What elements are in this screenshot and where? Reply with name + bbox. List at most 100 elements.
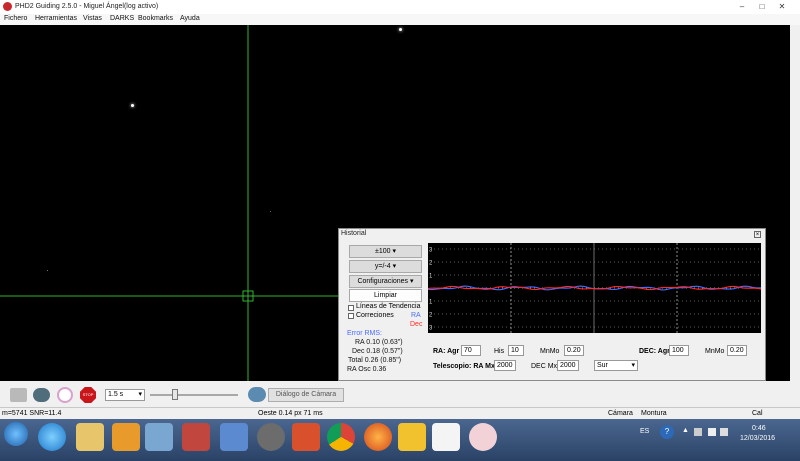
app-icon <box>3 2 12 11</box>
guide-star <box>131 104 134 107</box>
tray-app-icon[interactable] <box>694 428 702 436</box>
chevron-down-icon: ▾ <box>410 278 414 285</box>
ra-legend: RA <box>411 312 421 319</box>
graph-y-tick-label: 1 <box>429 274 433 280</box>
history-title: Historial <box>341 230 367 237</box>
network-icon[interactable] <box>708 428 716 436</box>
guiding-graph[interactable]: 3 2 1 1 2 3 <box>428 243 761 333</box>
star <box>47 270 48 271</box>
stop-icon[interactable]: STOP <box>80 387 96 403</box>
corrections-checkbox[interactable] <box>348 313 354 319</box>
camera-dialog-label: Diálogo de Cámara <box>275 391 337 398</box>
window-title: PHD2 Guiding 2.5.0 - Miguel Ángel(log ac… <box>15 3 159 10</box>
dec-aggr-input[interactable]: 100 <box>669 345 689 356</box>
camera-icon[interactable] <box>10 388 27 402</box>
graph-y-tick-label: 3 <box>429 248 433 254</box>
y-scale-label: y=/-4 <box>374 263 391 270</box>
clock-time[interactable]: 0:46 <box>752 425 766 432</box>
dec-legend: Dec <box>410 321 423 328</box>
menu-darks[interactable]: DARKS <box>110 15 134 22</box>
history-panel: Historial × ±100 ▾ y=/-4 ▾ Configuracion… <box>338 228 766 381</box>
telescope-dec-max-label: DEC Mx <box>531 363 558 370</box>
corrections-label: Correciones <box>356 312 394 319</box>
loop-icon[interactable] <box>33 388 50 402</box>
minimize-button[interactable]: – <box>735 1 749 12</box>
camera-status: Cámara <box>608 410 633 417</box>
office-icon[interactable] <box>292 423 320 451</box>
app-window-icon[interactable] <box>182 423 210 451</box>
title-bar: PHD2 Guiding 2.5.0 - Miguel Ángel(log ac… <box>0 0 800 14</box>
exposure-select[interactable]: 1.5 s ▾ <box>105 389 145 401</box>
graph-y-tick-label: 3 <box>429 326 433 332</box>
calibration-status: Cal <box>752 410 763 417</box>
camera-dialog-button[interactable]: Diálogo de Cámara <box>268 388 344 402</box>
file-explorer-icon[interactable] <box>76 423 104 451</box>
rms-total: Total 0.26 (0.85") <box>348 357 402 364</box>
telescope-ra-max-label: Telescopio: RA Mx <box>433 363 495 370</box>
media-player-icon[interactable] <box>112 423 140 451</box>
gamma-slider-track[interactable] <box>150 394 238 396</box>
exposure-value: 1.5 s <box>108 391 124 398</box>
chevron-down-icon: ▾ <box>392 248 396 255</box>
menu-bookmarks[interactable]: Bookmarks <box>138 15 173 22</box>
settings-dropdown[interactable]: Configuraciones ▾ <box>349 275 422 288</box>
close-button[interactable]: ✕ <box>775 1 789 12</box>
language-indicator[interactable]: ES <box>640 428 649 435</box>
guide-icon[interactable] <box>57 387 73 403</box>
dec-minmove-input[interactable]: 0.20 <box>727 345 747 356</box>
ra-oscillation: RA Osc 0.36 <box>347 366 387 373</box>
close-icon[interactable]: × <box>754 231 761 238</box>
firefox-icon[interactable] <box>364 423 392 451</box>
help-icon[interactable]: ? <box>660 425 674 439</box>
start-button[interactable] <box>4 422 28 446</box>
maximize-button[interactable]: □ <box>755 1 769 12</box>
app-printer-icon[interactable] <box>432 423 460 451</box>
graph-y-tick-label: 2 <box>429 261 433 267</box>
stellarium-icon[interactable] <box>257 423 285 451</box>
status-bar: m=5741 SNR=11.4 Oeste 0.14 px 71 ms Cáma… <box>0 407 800 419</box>
x-scale-dropdown[interactable]: ±100 ▾ <box>349 245 422 258</box>
clear-label: Limpiar <box>374 292 397 299</box>
rms-ra: RA 0.10 (0.63") <box>355 339 403 346</box>
menu-ayuda[interactable]: Ayuda <box>180 15 200 22</box>
star-info: m=5741 SNR=11.4 <box>2 410 62 417</box>
dec-direction-value: Sur <box>597 362 608 369</box>
clock-date[interactable]: 12/03/2016 <box>740 435 775 442</box>
ra-hysteresis-input[interactable]: 10 <box>508 345 524 356</box>
telescope-dec-max-input[interactable]: 2000 <box>557 360 579 371</box>
chevron-down-icon: ▾ <box>392 263 397 270</box>
rms-dec: Dec 0.18 (0.57") <box>352 348 403 355</box>
menu-herramientas[interactable]: Herramientas <box>35 15 77 22</box>
rms-title: Error RMS: <box>347 330 382 337</box>
mount-status: Montura <box>641 410 667 417</box>
volume-icon[interactable] <box>720 428 728 436</box>
y-scale-dropdown[interactable]: y=/-4 ▾ <box>349 260 422 273</box>
phd2-taskbar-icon[interactable] <box>469 423 497 451</box>
settings-label: Configuraciones <box>357 278 409 285</box>
menu-bar: Fichero Herramientas Vistas DARKS Bookma… <box>0 14 800 25</box>
trend-lines-checkbox[interactable] <box>348 305 354 311</box>
internet-explorer-icon[interactable] <box>38 423 66 451</box>
telescope-ra-max-input[interactable]: 2000 <box>494 360 516 371</box>
menu-vistas[interactable]: Vistas <box>83 15 102 22</box>
app-v-icon[interactable] <box>398 423 426 451</box>
graph-y-tick-label: 1 <box>429 300 433 306</box>
gamma-slider-thumb[interactable] <box>172 389 178 400</box>
ra-aggr-input[interactable]: 70 <box>461 345 481 356</box>
dec-direction-select[interactable]: Sur ▾ <box>594 360 638 371</box>
chevron-down-icon: ▾ <box>138 391 142 398</box>
star <box>270 211 271 212</box>
ra-hysteresis-label: His <box>494 348 505 355</box>
ra-aggr-label: RA: Agr <box>433 348 460 355</box>
brain-icon[interactable] <box>248 387 266 402</box>
chrome-icon[interactable] <box>327 423 355 451</box>
chevron-down-icon: ▾ <box>631 362 635 369</box>
app-arrow-icon[interactable] <box>145 423 173 451</box>
clear-button[interactable]: Limpiar <box>349 289 422 302</box>
app-home-icon[interactable] <box>220 423 248 451</box>
star <box>399 28 402 31</box>
tray-chevron-icon[interactable]: ▲ <box>682 427 689 434</box>
ra-minmove-label: MnMo <box>540 348 560 355</box>
ra-minmove-input[interactable]: 0.20 <box>564 345 584 356</box>
menu-fichero[interactable]: Fichero <box>4 15 27 22</box>
